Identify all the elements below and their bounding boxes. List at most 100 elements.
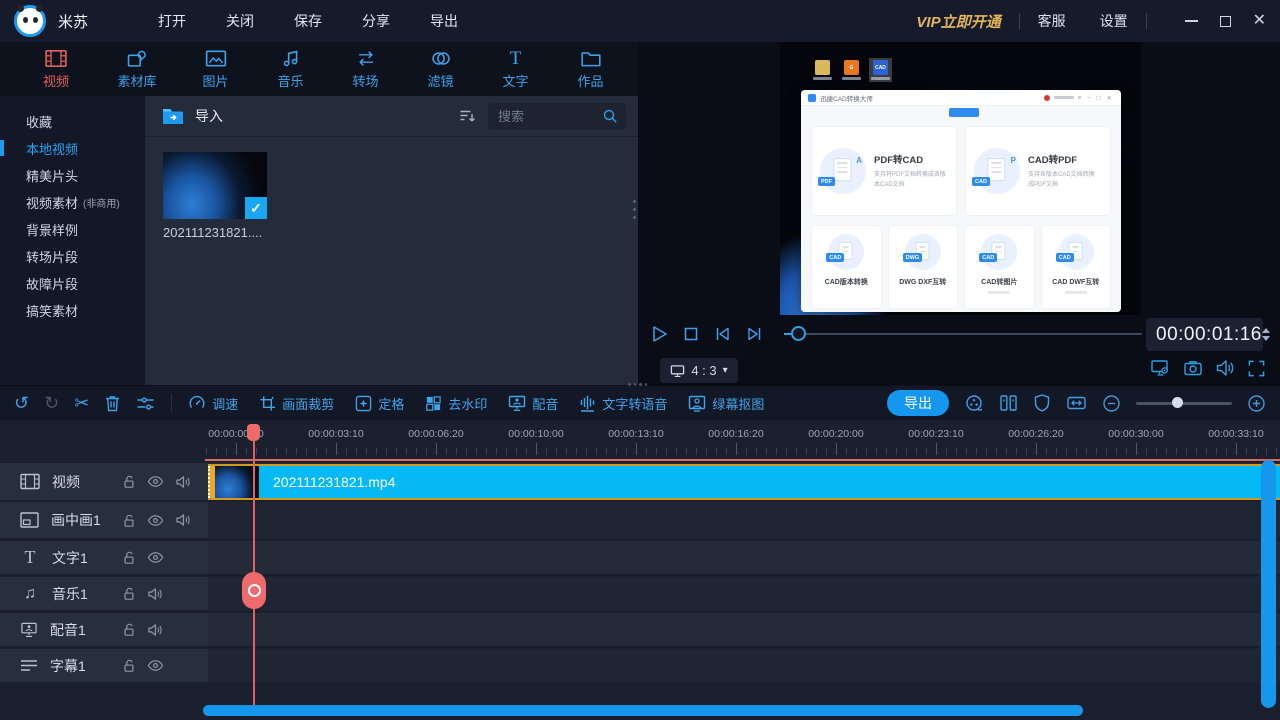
tab-image[interactable]: 图片 [178,49,253,90]
sort-icon[interactable] [458,107,476,125]
next-frame-button[interactable] [745,324,764,344]
playhead-flag[interactable] [247,424,260,441]
tab-video[interactable]: 视频 [16,49,96,90]
tool-remove-watermark[interactable]: 去水印 [425,394,487,413]
lane-pip[interactable] [208,502,1280,538]
settings-button[interactable]: 设置 [1100,11,1128,31]
sidebar-item-intros[interactable]: 精美片头 [0,162,145,189]
split-view-icon[interactable] [999,393,1018,413]
stop-button[interactable] [682,324,700,344]
import-button[interactable]: 导入 [195,106,223,126]
shield-icon[interactable] [1033,393,1051,413]
fullscreen-icon[interactable] [1247,359,1266,378]
zoom-slider-handle[interactable] [1172,397,1183,408]
sidebar-item-favorites[interactable]: 收藏 [0,108,145,135]
menu-share[interactable]: 分享 [362,11,390,31]
volume-icon[interactable] [1215,359,1235,377]
visibility-eye-icon[interactable] [147,475,164,488]
adjust-sliders-icon[interactable] [136,395,155,412]
preview-video-frame[interactable]: G CAD 迅捷CAD转换大师 ≡ − □ ✕ A PDF PDF转CAD 支持… [780,42,1141,315]
seek-slider[interactable] [784,315,1144,353]
search-icon[interactable] [602,108,618,124]
mute-speaker-icon[interactable] [147,623,163,637]
timecode-box[interactable]: 00:00:01:16 [1146,318,1270,351]
lane-voice[interactable] [208,613,1280,646]
reel-icon[interactable] [964,393,984,413]
sidebar-item-glitch-clips[interactable]: 故障片段 [0,270,145,297]
sidebar-item-video-assets[interactable]: 视频素材 (非商用) [0,189,145,216]
seek-handle[interactable] [791,326,806,341]
lock-icon[interactable] [122,658,136,673]
sidebar-item-local-videos[interactable]: 本地视频 [0,135,145,162]
sidebar-item-funny-assets[interactable]: 搞笑素材 [0,297,145,324]
tool-text-to-speech[interactable]: 文字转语音 [579,394,667,413]
menu-export[interactable]: 导出 [430,11,458,31]
tool-dubbing[interactable]: 配音 [508,394,558,413]
menu-open[interactable]: 打开 [158,11,186,31]
export-button[interactable]: 导出 [887,390,949,416]
fit-width-icon[interactable] [1066,393,1087,413]
timecode-spinner[interactable] [1261,328,1270,341]
snapshot-camera-icon[interactable] [1183,358,1203,378]
seek-track[interactable] [784,333,1142,335]
timeline-ruler[interactable]: 00:00:00:00 00:00:03:10 00:00:06:20 00:0… [205,428,1280,442]
media-item[interactable]: ✓ 202111231821.... [163,152,267,240]
tab-works[interactable]: 作品 [553,49,628,90]
visibility-eye-icon[interactable] [147,551,164,564]
menu-close[interactable]: 关闭 [226,11,254,31]
display-settings-icon[interactable] [1150,358,1171,378]
timeline-horizontal-scrollbar[interactable] [203,705,1083,716]
app-logo[interactable] [14,5,46,37]
lane-music[interactable] [208,577,1280,610]
visibility-eye-icon[interactable] [147,514,164,527]
tab-transition[interactable]: 转场 [328,49,403,90]
vip-upgrade-button[interactable]: VIP立即开通 [916,11,1000,32]
play-button[interactable] [650,324,669,344]
prev-frame-button[interactable] [713,324,732,344]
lane-subtitle[interactable] [208,649,1280,682]
tab-text[interactable]: T 文字 [478,49,553,90]
tab-music[interactable]: 音乐 [253,49,328,90]
tool-crop[interactable]: 画面裁剪 [259,394,334,413]
sidebar-item-backgrounds[interactable]: 背景样例 [0,216,145,243]
close-button[interactable]: ✕ [1253,13,1266,29]
zoom-in-icon[interactable] [1247,394,1266,413]
aspect-ratio-dropdown[interactable]: 4 : 3 ▾ [660,358,738,383]
tab-filter[interactable]: 滤镜 [403,49,478,90]
menu-save[interactable]: 保存 [294,11,322,31]
playhead-handle[interactable] [242,572,266,609]
selected-check-icon[interactable]: ✓ [245,197,267,219]
search-input[interactable] [498,108,602,124]
mute-speaker-icon[interactable] [147,587,163,601]
tool-freeze-frame[interactable]: 定格 [355,394,404,413]
lock-icon[interactable] [122,550,136,565]
tool-speed[interactable]: 调速 [188,394,238,413]
mute-speaker-icon[interactable] [175,475,191,489]
lock-icon[interactable] [122,513,136,528]
lock-icon[interactable] [122,474,136,489]
timeline-vertical-scrollbar[interactable] [1261,460,1276,708]
lock-icon[interactable] [122,586,136,601]
tool-green-screen[interactable]: 绿幕抠图 [688,394,764,413]
delete-trash-icon[interactable] [104,394,121,413]
window-controls: ✕ [1184,13,1266,29]
lock-icon[interactable] [122,622,136,637]
zoom-out-icon[interactable] [1102,394,1121,413]
minimize-button[interactable] [1184,20,1198,22]
timeline-zoom-slider[interactable] [1136,397,1232,408]
visibility-eye-icon[interactable] [147,659,164,672]
support-button[interactable]: 客服 [1038,11,1066,31]
clip-trim-handle[interactable] [208,466,215,498]
redo-icon[interactable]: ↻ [44,394,59,412]
timeline-clip[interactable]: 202111231821.mp4 [208,464,1280,500]
maximize-button[interactable] [1219,15,1231,27]
tab-material-library[interactable]: 素材库 [96,49,178,90]
import-folder-icon[interactable] [161,106,185,126]
sidebar-item-transitions[interactable]: 转场片段 [0,243,145,270]
mute-speaker-icon[interactable] [175,513,191,527]
undo-icon[interactable]: ↺ [14,394,29,412]
panel-splitter-handle[interactable] [633,200,637,224]
cut-scissors-icon[interactable]: ✂ [74,394,89,412]
lane-text[interactable] [208,541,1280,574]
toolbar-drag-handle[interactable] [628,383,647,386]
